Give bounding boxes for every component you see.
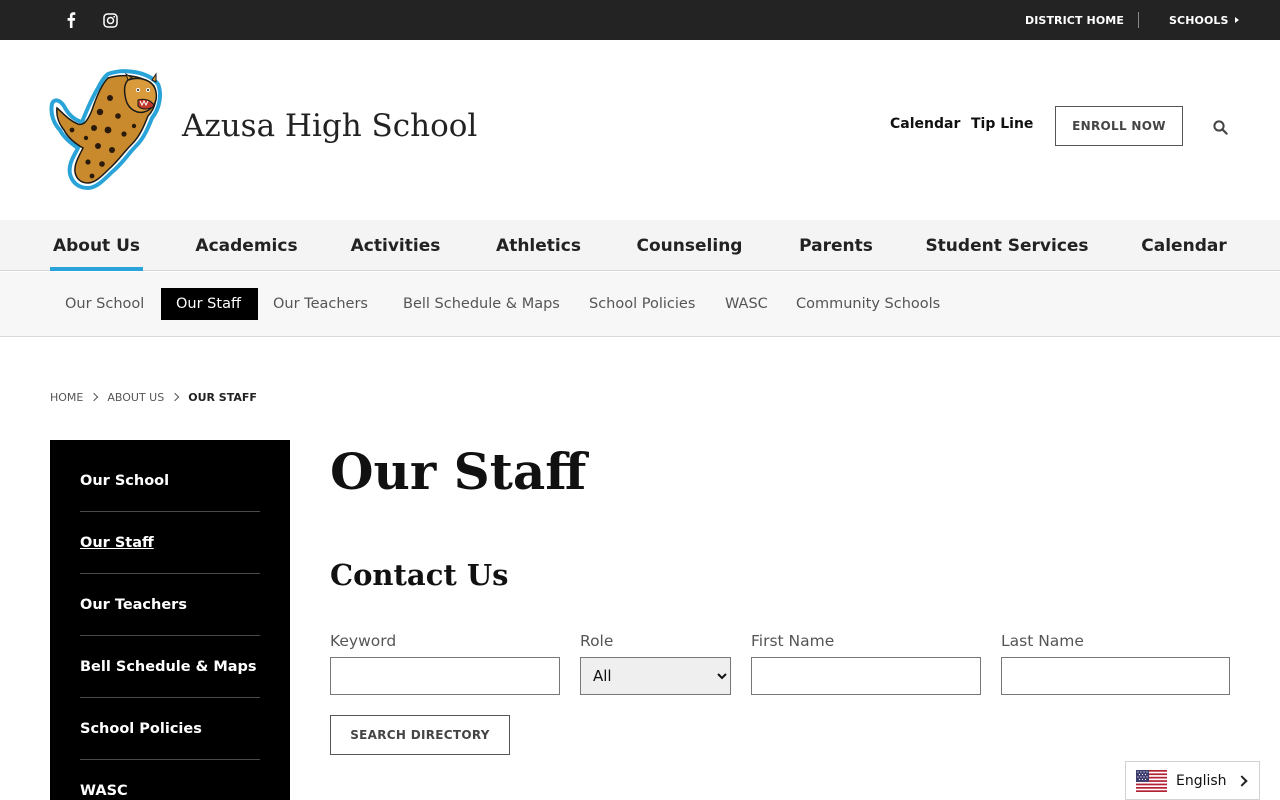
utility-bar: DISTRICT HOME SCHOOLS <box>0 0 1280 40</box>
side-nav-our-school[interactable]: Our School <box>80 450 260 512</box>
breadcrumb: HOME ABOUT US OUR STAFF <box>50 389 257 405</box>
role-label: Role <box>580 632 614 650</box>
chevron-right-icon <box>170 392 180 402</box>
sub-nav-our-school[interactable]: Our School <box>50 288 159 320</box>
breadcrumb-home[interactable]: HOME <box>50 391 83 404</box>
first-name-input[interactable] <box>751 657 981 695</box>
side-nav-wasc[interactable]: WASC <box>80 760 260 800</box>
language-label: English <box>1176 773 1227 789</box>
main-nav-parents[interactable]: Parents <box>792 220 880 271</box>
page-title: Our Staff <box>330 442 587 501</box>
main-nav-calendar[interactable]: Calendar <box>1134 220 1234 271</box>
language-selector[interactable]: English <box>1125 761 1260 800</box>
caret-right-icon <box>1234 17 1239 23</box>
last-name-label: Last Name <box>1001 632 1084 650</box>
search-icon[interactable] <box>1210 117 1230 137</box>
chevron-right-icon <box>1236 775 1248 787</box>
instagram-icon[interactable] <box>95 0 125 40</box>
sub-nav-our-staff[interactable]: Our Staff <box>161 288 258 320</box>
main-nav-student-services[interactable]: Student Services <box>922 220 1092 271</box>
sub-nav-community-schools[interactable]: Community Schools <box>781 288 955 320</box>
enroll-now-button[interactable]: ENROLL NOW <box>1055 106 1183 146</box>
side-navigation: Our School Our Staff Our Teachers Bell S… <box>50 440 290 800</box>
role-select[interactable]: All <box>580 657 731 695</box>
side-nav-school-policies[interactable]: School Policies <box>80 698 260 760</box>
last-name-input[interactable] <box>1001 657 1230 695</box>
first-name-label: First Name <box>751 632 835 650</box>
side-nav-bell-schedule-maps[interactable]: Bell Schedule & Maps <box>80 636 260 698</box>
main-nav-athletics[interactable]: Athletics <box>488 220 589 271</box>
calendar-link[interactable]: Calendar <box>890 116 960 132</box>
sub-navigation: Our School Our Staff Our Teachers Bell S… <box>0 272 1280 337</box>
side-nav-our-teachers[interactable]: Our Teachers <box>80 574 260 636</box>
us-flag-icon <box>1136 770 1167 792</box>
sub-nav-school-policies[interactable]: School Policies <box>574 288 710 320</box>
topbar-divider <box>1138 12 1139 28</box>
site-name[interactable]: Azusa High School <box>182 108 477 144</box>
sub-nav-wasc[interactable]: WASC <box>710 288 783 320</box>
school-logo[interactable] <box>48 68 164 192</box>
main-navigation: About Us Academics Activities Athletics … <box>0 220 1280 271</box>
keyword-input[interactable] <box>330 657 560 695</box>
breadcrumb-about-us[interactable]: ABOUT US <box>107 391 164 404</box>
chevron-right-icon <box>90 392 99 402</box>
sub-nav-bell-schedule-maps[interactable]: Bell Schedule & Maps <box>388 288 575 320</box>
breadcrumb-current: OUR STAFF <box>188 390 257 404</box>
facebook-icon[interactable] <box>56 0 86 40</box>
district-home-link[interactable]: DISTRICT HOME <box>1025 0 1124 40</box>
main-nav-activities[interactable]: Activities <box>345 220 446 271</box>
section-title: Contact Us <box>330 558 509 592</box>
main-nav-about-us[interactable]: About Us <box>50 220 143 271</box>
sub-nav-our-teachers[interactable]: Our Teachers <box>258 288 383 320</box>
tip-line-link[interactable]: Tip Line <box>971 116 1033 132</box>
main-nav-academics[interactable]: Academics <box>188 220 305 271</box>
search-directory-button[interactable]: SEARCH DIRECTORY <box>330 715 510 755</box>
schools-dropdown[interactable]: SCHOOLS <box>1169 0 1239 40</box>
side-nav-our-staff[interactable]: Our Staff <box>80 512 260 574</box>
main-nav-counseling[interactable]: Counseling <box>630 220 749 271</box>
keyword-label: Keyword <box>330 632 397 650</box>
